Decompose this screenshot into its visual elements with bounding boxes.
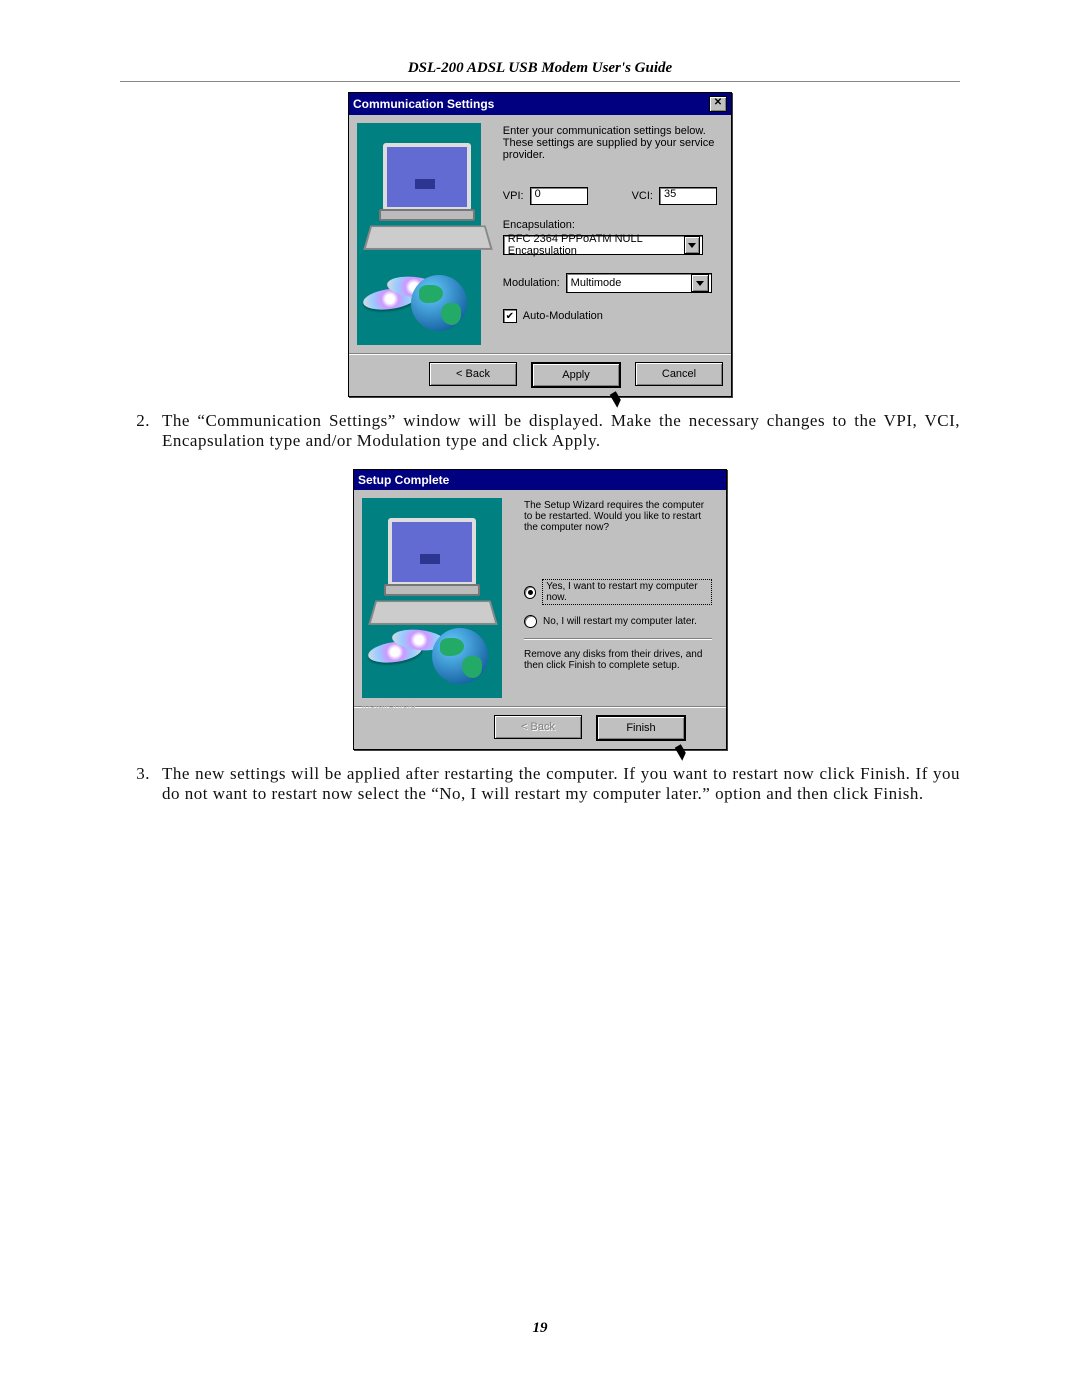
step-2: 2. The “Communication Settings” window w… (120, 411, 960, 451)
page-number: 19 (0, 1320, 1080, 1337)
step-number: 3. (120, 764, 162, 804)
modulation-select[interactable]: Multimode (566, 273, 712, 293)
keyboard-icon (368, 601, 498, 625)
restart-no-radio[interactable] (524, 615, 537, 628)
page-header: DSL-200 ADSL USB Modem User's Guide (120, 60, 960, 82)
automod-label: Auto-Modulation (523, 310, 603, 322)
wizard-graphic (362, 498, 502, 698)
close-icon[interactable]: ✕ (709, 96, 727, 112)
vpi-label: VPI: (503, 190, 524, 202)
chevron-down-icon[interactable] (691, 274, 709, 292)
step-text: The new settings will be applied after r… (162, 764, 960, 804)
back-button: < Back (494, 715, 582, 739)
restart-yes-radio[interactable] (524, 586, 536, 599)
dialog-title: Communication Settings (353, 97, 709, 111)
titlebar: Setup Complete (354, 470, 726, 490)
divider (524, 638, 712, 639)
vpi-input[interactable]: 0 (530, 187, 588, 205)
restart-yes-label: Yes, I want to restart my computer now. (542, 579, 712, 605)
dialog-outro-text: Remove any disks from their drives, and … (524, 649, 712, 671)
encapsulation-value: RFC 2364 PPPoATM NULL Encapsulation (508, 233, 684, 257)
chevron-down-icon[interactable] (684, 236, 700, 254)
dialog-intro-text: Enter your communication settings below.… (503, 125, 717, 161)
dialog-intro-text: The Setup Wizard requires the computer t… (524, 500, 712, 533)
encapsulation-label: Encapsulation: (503, 219, 717, 231)
cancel-button[interactable]: Cancel (635, 362, 723, 386)
monitor-icon (383, 143, 471, 211)
modulation-label: Modulation: (503, 277, 560, 289)
apply-button[interactable]: Apply (531, 362, 621, 388)
step-3: 3. The new settings will be applied afte… (120, 764, 960, 804)
back-button[interactable]: < Back (429, 362, 517, 386)
finish-button[interactable]: Finish (596, 715, 686, 741)
titlebar: Communication Settings ✕ (349, 93, 731, 115)
restart-no-label: No, I will restart my computer later. (543, 616, 697, 627)
vci-input[interactable]: 35 (659, 187, 717, 205)
encapsulation-select[interactable]: RFC 2364 PPPoATM NULL Encapsulation (503, 235, 703, 255)
setup-complete-dialog: Setup Complete The Setup Wizard requires… (353, 469, 727, 750)
monitor-icon (388, 518, 476, 586)
step-text: The “Communication Settings” window will… (162, 411, 960, 451)
modulation-value: Multimode (571, 277, 622, 289)
automod-checkbox[interactable]: ✔ (503, 309, 517, 323)
keyboard-icon (363, 226, 493, 250)
globe-icon (432, 628, 488, 684)
globe-icon (411, 275, 467, 331)
communication-settings-dialog: Communication Settings ✕ Enter your comm… (348, 92, 732, 397)
step-number: 2. (120, 411, 162, 451)
computer-base-icon (384, 584, 480, 596)
button-bar: < Back Finish (354, 706, 726, 749)
computer-base-icon (379, 209, 475, 221)
installshield-brand: InstallShield (362, 700, 416, 711)
vci-label: VCI: (632, 190, 653, 202)
wizard-graphic (357, 123, 481, 345)
button-bar: < Back Apply Cancel (349, 353, 731, 396)
dialog-title: Setup Complete (358, 473, 722, 487)
